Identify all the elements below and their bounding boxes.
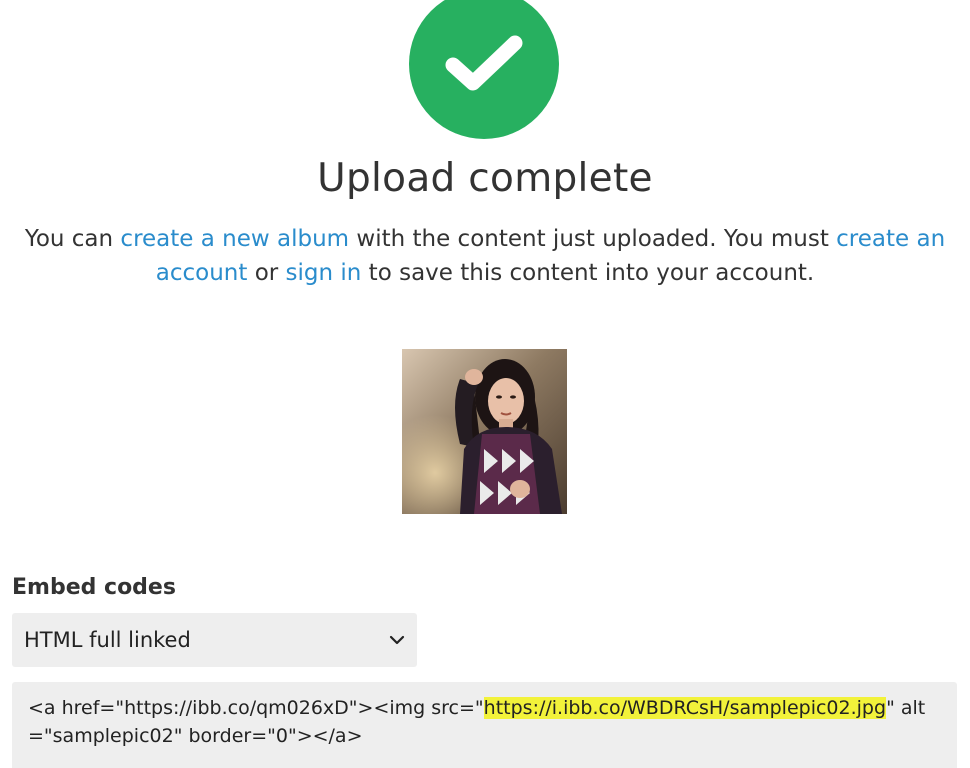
create-album-link[interactable]: create a new album bbox=[120, 226, 349, 252]
message-text: to save this content into your account. bbox=[361, 260, 815, 286]
upload-complete-page: Upload complete You can create a new alb… bbox=[0, 0, 970, 768]
message-text: or bbox=[247, 260, 286, 286]
embed-code-type-select[interactable]: HTML full linked bbox=[12, 613, 417, 667]
embed-code-textarea[interactable]: <a href="https://ibb.co/qm026xD"><img sr… bbox=[12, 682, 957, 768]
check-icon bbox=[445, 35, 523, 91]
embed-code-text: <a href="https://ibb.co/qm026xD"><img sr… bbox=[28, 697, 484, 719]
message-text: with the content just uploaded. You must bbox=[349, 226, 837, 252]
sign-in-link[interactable]: sign in bbox=[286, 260, 362, 286]
chevron-down-icon bbox=[389, 635, 405, 645]
embed-select-value: HTML full linked bbox=[24, 628, 191, 652]
portrait-image bbox=[402, 349, 567, 514]
uploaded-image-thumbnail[interactable] bbox=[402, 349, 567, 514]
embed-codes-label: Embed codes bbox=[12, 575, 176, 600]
page-title: Upload complete bbox=[317, 156, 653, 201]
embed-code-highlighted-url: https://i.ibb.co/WBDRCsH/samplepic02.jpg bbox=[483, 697, 887, 719]
message-text: You can bbox=[24, 226, 121, 252]
success-badge bbox=[409, 0, 559, 139]
upload-message: You can create a new album with the cont… bbox=[20, 222, 950, 290]
